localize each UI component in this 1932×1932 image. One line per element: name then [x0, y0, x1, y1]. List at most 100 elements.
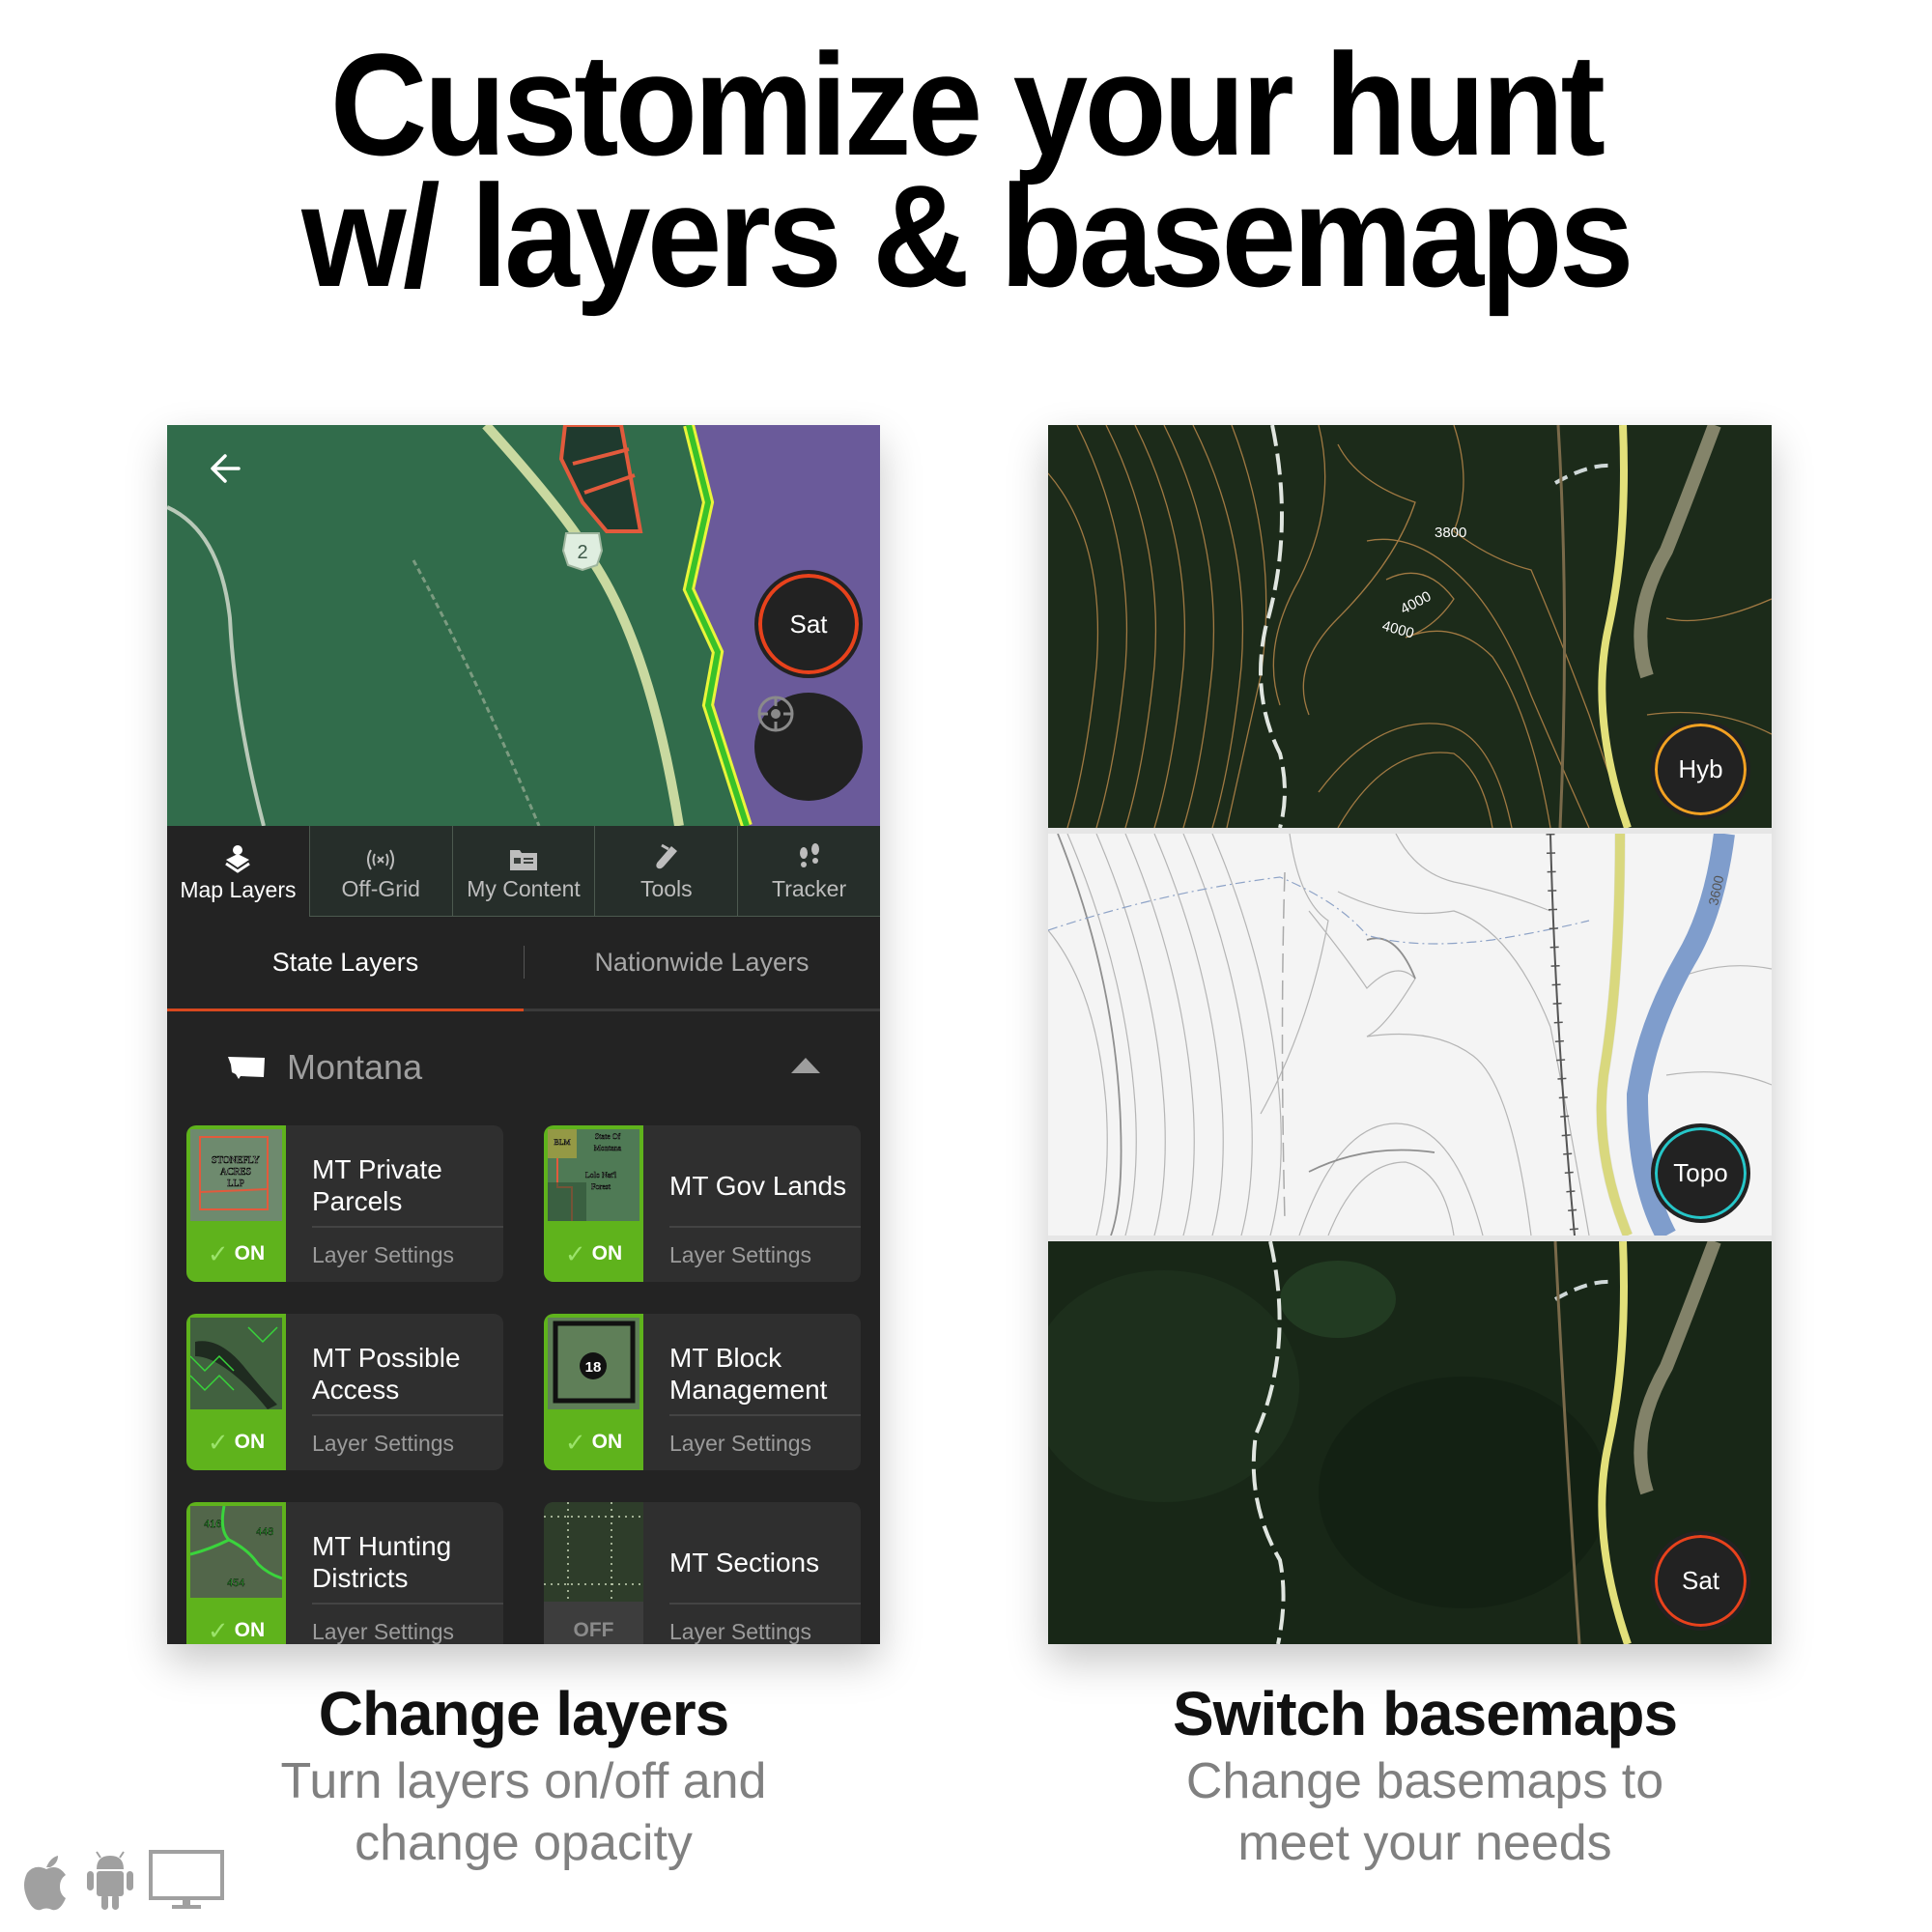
tab-nationwide-layers[interactable]: Nationwide Layers [524, 917, 880, 1009]
layer-title: MT Sections [669, 1547, 820, 1577]
tab-divider [524, 946, 525, 979]
tab-my-content[interactable]: My Content [451, 826, 595, 917]
basemap-hyb-button[interactable]: Hyb [1651, 720, 1750, 819]
svg-text:416: 416 [204, 1519, 221, 1530]
locate-button[interactable] [754, 693, 863, 801]
basemap-sat-label-right: Sat [1681, 1566, 1720, 1595]
basemap-hyb-label: Hyb [1678, 754, 1723, 783]
sections-preview [544, 1502, 643, 1602]
layer-thumb: STONEFLY ACRES LLP ✓ ON [186, 1125, 286, 1282]
basemap-topo-button[interactable]: Topo [1651, 1123, 1750, 1223]
layer-card-gov-lands: BLM State Of Montana Lolo Nat'l Forest ✓ ON M… [544, 1125, 861, 1282]
basemap-sat-button[interactable]: Sat [754, 570, 863, 678]
tab-off-grid-label: Off-Grid [341, 876, 420, 901]
tab-map-layers[interactable]: Map Layers [167, 826, 309, 917]
layer-toggle[interactable]: ✓ ON [544, 1414, 643, 1470]
layer-title: MT Block Management [669, 1343, 828, 1405]
layer-settings-link[interactable]: Layer Settings [669, 1416, 811, 1470]
layer-toggle[interactable]: OFF [544, 1603, 643, 1644]
back-button[interactable] [202, 444, 250, 493]
tab-tools[interactable]: Tools [594, 826, 738, 917]
left-caption-line-1: Turn layers on/off and [280, 1753, 767, 1809]
layer-toggle[interactable]: ✓ ON [544, 1226, 643, 1282]
layer-card-possible-access: ✓ ON MT Possible Access Layer Settings [186, 1314, 503, 1470]
check-icon: ✓ [207, 1238, 229, 1268]
desktop-icon [149, 1850, 224, 1909]
layer-toggle[interactable]: ✓ ON [186, 1414, 286, 1470]
layer-settings-link[interactable]: Layer Settings [669, 1228, 811, 1282]
svg-text:454: 454 [227, 1577, 244, 1589]
map-view[interactable]: 2 Sat [167, 425, 880, 826]
state-section-header[interactable]: Montana [167, 1029, 880, 1106]
possible-access-preview [190, 1318, 282, 1409]
tab-map-layers-label: Map Layers [180, 876, 297, 902]
headline: Customize your hunt w/ layers & basemaps [68, 23, 1864, 317]
right-caption-line-1: Change basemaps to [1185, 1753, 1664, 1809]
svg-text:Lolo Nat'l: Lolo Nat'l [585, 1171, 617, 1179]
caret-up-icon[interactable] [789, 1056, 822, 1075]
basemaps-comparison: 3800 4000 4000 Hyb 3600 Topo Sat [1048, 425, 1772, 1644]
headline-line-2: w/ layers & basemaps [301, 155, 1634, 317]
headline-line-1: Customize your hunt [329, 23, 1605, 185]
basemap-sat-label: Sat [789, 609, 828, 639]
check-icon: ✓ [207, 1427, 229, 1457]
svg-text:BLM: BLM [554, 1138, 570, 1147]
tab-state-layers-label: State Layers [271, 948, 419, 977]
layer-status: ON [234, 1619, 266, 1641]
svg-text:448: 448 [256, 1526, 273, 1538]
right-caption-title: Switch basemaps [1172, 1679, 1678, 1748]
tab-off-grid[interactable]: Off-Grid [308, 826, 452, 917]
layer-settings-link[interactable]: Layer Settings [312, 1416, 454, 1470]
layer-settings-link[interactable]: Layer Settings [312, 1605, 454, 1644]
check-icon: ✓ [564, 1238, 586, 1268]
basemap-topo-label: Topo [1673, 1158, 1728, 1187]
basemap-hybrid: 3800 4000 4000 Hyb [1048, 425, 1772, 828]
tab-state-layers[interactable]: State Layers [167, 917, 524, 1011]
layer-thumb: ✓ ON [186, 1314, 286, 1470]
montana-state-icon [228, 1057, 265, 1079]
layer-thumb: OFF [544, 1502, 643, 1644]
layer-thumb: 416 448 454 ✓ ON [186, 1502, 286, 1644]
tab-my-content-label: My Content [467, 876, 581, 901]
layer-card-block-management: 18 ✓ ON MT Block Management Layer Setting… [544, 1314, 861, 1470]
private-parcels-preview: STONEFLY ACRES LLP [190, 1129, 282, 1221]
gov-lands-preview: BLM State Of Montana Lolo Nat'l Forest [548, 1129, 639, 1221]
layer-toggle[interactable]: ✓ ON [186, 1603, 286, 1645]
svg-text:Forest: Forest [591, 1182, 611, 1191]
layer-settings-link[interactable]: Layer Settings [312, 1228, 454, 1282]
bottom-nav-tabs: Map Layers Off-Grid My Content Tools Tra… [167, 826, 880, 917]
layer-status: OFF [573, 1619, 614, 1641]
layer-status: ON [234, 1431, 266, 1453]
layer-card-private-parcels: STONEFLY ACRES LLP ✓ ON MT Private Parcels … [186, 1125, 503, 1282]
layer-title: MT Possible Access [312, 1343, 461, 1405]
tab-tracker[interactable]: Tracker [737, 826, 880, 917]
svg-text:LLP: LLP [227, 1179, 244, 1189]
check-icon: ✓ [207, 1615, 229, 1645]
locate-crosshair-icon [757, 696, 794, 732]
layer-card-sections: OFF MT Sections Layer Settings [544, 1502, 861, 1644]
layer-status: ON [591, 1431, 623, 1453]
layer-title: MT Gov Lands [669, 1170, 847, 1201]
svg-text:STONEFLY: STONEFLY [212, 1155, 260, 1166]
svg-text:Montana: Montana [594, 1144, 622, 1152]
tab-tools-label: Tools [639, 876, 693, 901]
basemap-sat-button-right[interactable]: Sat [1651, 1531, 1750, 1631]
platform-icons [21, 1850, 224, 1912]
route-number: 2 [577, 542, 587, 563]
state-name: Montana [287, 1047, 423, 1087]
layer-card-hunting-districts: 416 448 454 ✓ ON MT Hunting Districts Layer… [186, 1502, 503, 1644]
android-icon [87, 1851, 133, 1910]
hunting-districts-preview: 416 448 454 [190, 1506, 282, 1598]
layer-toggle[interactable]: ✓ ON [186, 1226, 286, 1282]
layer-title: MT Hunting Districts [312, 1531, 452, 1593]
layer-settings-link[interactable]: Layer Settings [669, 1605, 811, 1644]
svg-text:State Of: State Of [595, 1132, 621, 1141]
layer-status: ON [591, 1242, 623, 1264]
check-icon: ✓ [564, 1427, 586, 1457]
map-layers-icon [225, 844, 251, 873]
svg-text:ACRES: ACRES [220, 1167, 251, 1178]
tab-tracker-label: Tracker [772, 876, 847, 901]
layers-phone-screen: 2 Sat Map Layers Off-Grid My Content Too… [167, 425, 880, 1644]
footprints-tracker-icon [799, 843, 819, 867]
apple-icon [24, 1856, 66, 1911]
